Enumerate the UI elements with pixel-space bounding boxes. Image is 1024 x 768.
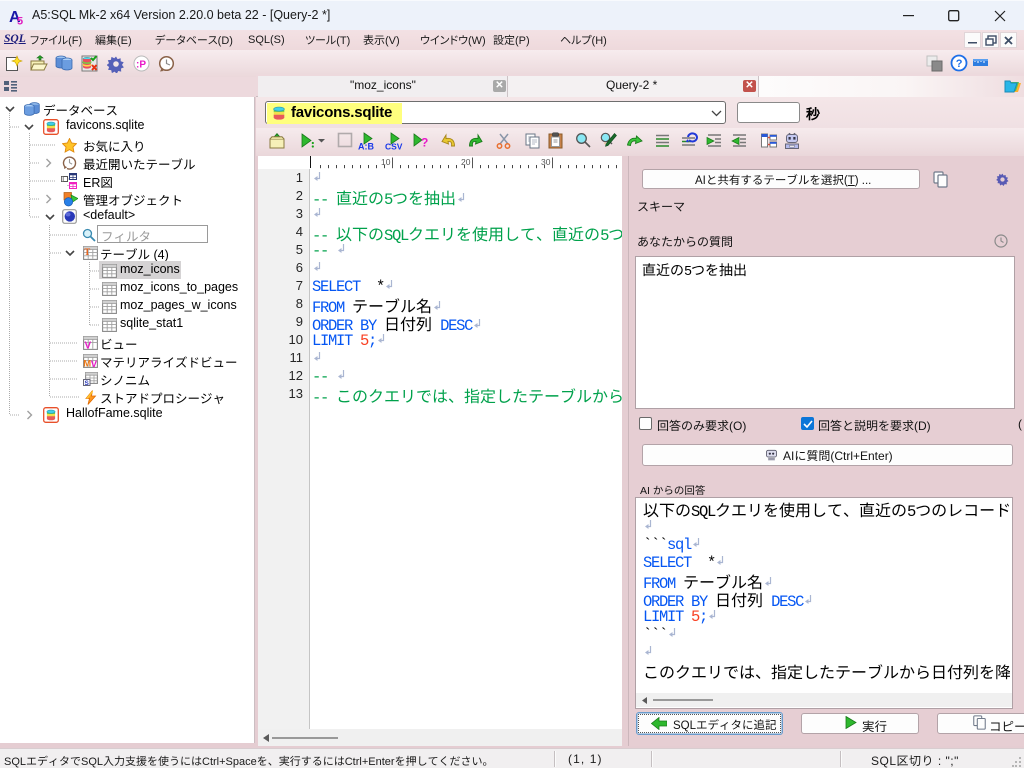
svg-text:?: ? xyxy=(956,58,963,70)
svg-text:CSV: CSV xyxy=(385,142,403,151)
svg-text::P: :P xyxy=(136,60,146,71)
svg-text:T: T xyxy=(84,247,90,257)
svg-text:S: S xyxy=(85,380,90,386)
svg-text:A:B: A:B xyxy=(358,142,374,151)
svg-text:V: V xyxy=(91,359,98,368)
svg-text:5: 5 xyxy=(17,16,23,26)
svg-text:?: ? xyxy=(421,136,428,150)
svg-text:V: V xyxy=(85,341,92,351)
